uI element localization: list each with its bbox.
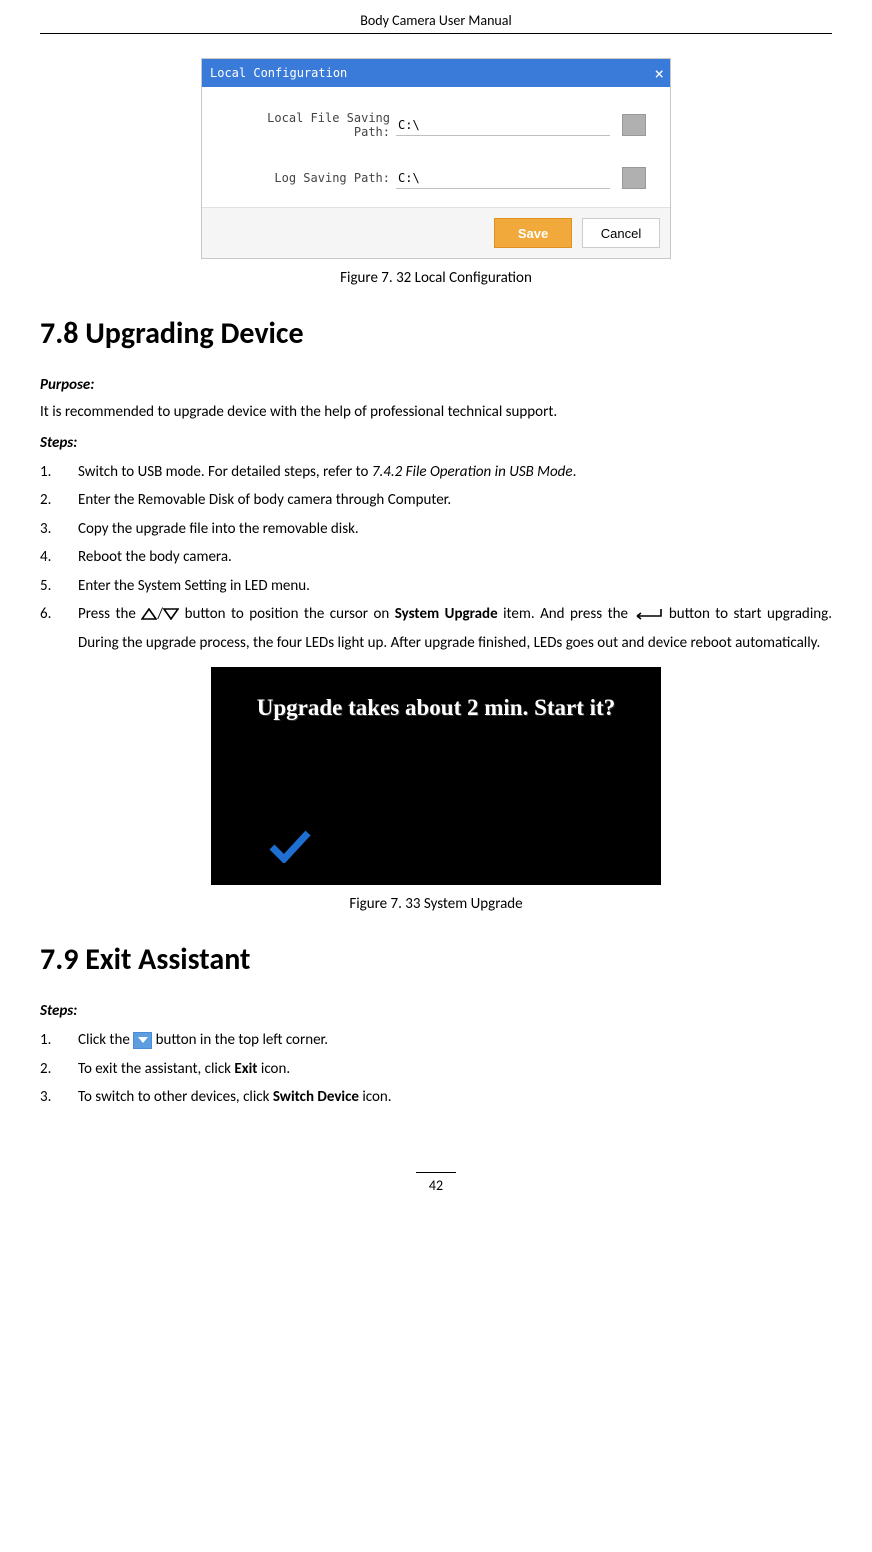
dialog-title: Local Configuration: [210, 66, 347, 80]
browse-button-log[interactable]: [622, 167, 646, 189]
steps-label-79: Steps:: [40, 1002, 832, 1020]
upgrade-prompt-text: Upgrade takes about 2 min. Start it?: [211, 695, 661, 721]
page-header: Body Camera User Manual: [40, 12, 832, 34]
log-path-row: Log Saving Path:: [226, 167, 646, 189]
figure-33-caption: Figure 7. 33 System Upgrade: [40, 895, 832, 913]
file-path-label: Local File Saving Path:: [226, 111, 396, 139]
step-78-5: Enter the System Setting in LED menu.: [40, 572, 832, 601]
file-path-row: Local File Saving Path:: [226, 111, 646, 139]
up-arrow-icon: [141, 607, 157, 621]
figure-32-caption: Figure 7. 32 Local Configuration: [40, 269, 832, 287]
section-7-8-heading: 7.8 Upgrading Device: [40, 315, 832, 352]
check-icon: [269, 829, 311, 863]
dialog-body: Local File Saving Path: Log Saving Path:: [202, 87, 670, 207]
local-config-dialog: Local Configuration × Local File Saving …: [201, 58, 671, 259]
dialog-titlebar: Local Configuration ×: [202, 59, 670, 87]
save-button[interactable]: Save: [494, 218, 572, 248]
step-78-1: Switch to USB mode. For detailed steps, …: [40, 458, 832, 487]
log-path-input[interactable]: [396, 167, 610, 189]
step-79-1: Click the button in the top left corner.: [40, 1026, 832, 1055]
browse-button-file[interactable]: [622, 114, 646, 136]
enter-icon: [633, 607, 663, 621]
step-79-3: To switch to other devices, click Switch…: [40, 1083, 832, 1112]
page: Body Camera User Manual Local Configurat…: [0, 0, 872, 1234]
device-screen: Upgrade takes about 2 min. Start it?: [211, 667, 661, 885]
section-7-9-heading: 7.9 Exit Assistant: [40, 941, 832, 978]
dialog-footer: Save Cancel: [202, 207, 670, 258]
steps-label-78: Steps:: [40, 434, 832, 452]
figure-32: Local Configuration × Local File Saving …: [40, 58, 832, 259]
menu-dropdown-icon: [133, 1032, 152, 1049]
close-icon[interactable]: ×: [654, 64, 664, 83]
purpose-label: Purpose:: [40, 376, 832, 394]
page-number: 42: [416, 1172, 456, 1194]
step-79-2: To exit the assistant, click Exit icon.: [40, 1055, 832, 1084]
purpose-text: It is recommended to upgrade device with…: [40, 400, 832, 426]
file-path-input[interactable]: [396, 114, 610, 136]
cancel-button[interactable]: Cancel: [582, 218, 660, 248]
step-78-2: Enter the Removable Disk of body camera …: [40, 486, 832, 515]
step-78-3: Copy the upgrade file into the removable…: [40, 515, 832, 544]
log-path-label: Log Saving Path:: [226, 171, 396, 185]
step-78-4: Reboot the body camera.: [40, 543, 832, 572]
steps-list-79: Click the button in the top left corner.…: [40, 1026, 832, 1112]
steps-list-78: Switch to USB mode. For detailed steps, …: [40, 458, 832, 658]
down-arrow-icon: [163, 607, 179, 621]
step-78-6: Press the / button to position the curso…: [40, 600, 832, 657]
